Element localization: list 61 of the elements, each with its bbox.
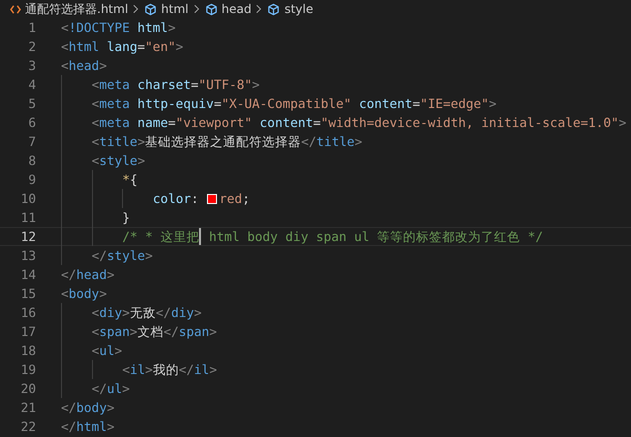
code-line: <!DOCTYPE html>: [61, 19, 176, 36]
code-line: }: [122, 209, 130, 226]
code-line: </style>: [92, 247, 153, 264]
line-number: 21: [20, 400, 36, 415]
line-number: 6: [27, 115, 36, 130]
breadcrumb-item[interactable]: html: [144, 2, 188, 16]
breadcrumb-label: style: [284, 2, 314, 16]
line-number: 10: [20, 191, 36, 206]
color-swatch-icon[interactable]: [207, 194, 218, 204]
breadcrumb-item[interactable]: style: [267, 2, 314, 16]
line-number: 14: [20, 267, 36, 282]
code-line: </ul>: [92, 380, 130, 397]
code-line: <diy>无敌</diy>: [92, 304, 202, 321]
line-number: 22: [20, 419, 36, 434]
cube-icon: [267, 2, 280, 16]
code-line: </head>: [61, 266, 114, 283]
breadcrumb-item[interactable]: head: [204, 2, 252, 16]
code-line: color:: [152, 190, 200, 207]
line-number: 1: [27, 20, 36, 35]
code-line: red;: [219, 190, 250, 207]
code-line: <title>基础选择器之通配符选择器</title>: [92, 133, 362, 150]
line-number: 20: [20, 381, 36, 396]
code-line: <head>: [61, 57, 107, 74]
cube-icon: [204, 2, 218, 16]
code-icon: [10, 4, 21, 14]
line-number: 13: [20, 248, 36, 263]
code-line: <meta name="viewport" content="width=device-width, initial-scale=1.0">: [92, 114, 626, 131]
line-number: 15: [20, 286, 36, 301]
code-line: <span>文档</span>: [92, 323, 217, 340]
code-line: /* * 这里把: [122, 228, 200, 245]
line-number: 12: [20, 229, 36, 244]
line-number: 7: [27, 134, 36, 149]
code-line: <body>: [61, 285, 107, 302]
line-number: 16: [20, 305, 36, 320]
text-cursor: [199, 228, 202, 245]
line-number: 5: [27, 96, 36, 111]
chevron-icon: [194, 4, 200, 14]
line-number: 17: [20, 324, 36, 339]
code-line: <meta charset="UTF-8">: [92, 76, 260, 93]
chevron-icon: [256, 4, 262, 14]
chevron-icon: [133, 4, 140, 14]
breadcrumb-label: head: [222, 2, 252, 16]
line-number: 3: [27, 58, 36, 73]
line-number: 4: [27, 77, 36, 92]
line-number: 9: [27, 172, 36, 187]
line-number: 8: [27, 153, 36, 168]
code-line: </html>: [61, 418, 114, 435]
code-line: html body diy span ul 等等的标签都改为了红色 */: [208, 228, 543, 245]
cube-icon: [144, 2, 158, 16]
breadcrumb-label: html: [161, 2, 188, 16]
code-line: *{: [122, 171, 138, 188]
code-line: <meta http-equiv="X-UA-Compatible" content="IE=edge">: [92, 95, 496, 112]
line-number: 2: [27, 39, 36, 54]
code-line: <il>我的</il>: [122, 361, 217, 378]
code-line: <ul>: [92, 342, 122, 359]
code-line: <style>: [92, 152, 146, 169]
code-line: <html lang="en">: [61, 38, 184, 55]
line-number: 18: [20, 343, 36, 358]
line-number: 19: [20, 362, 36, 377]
line-number: 11: [20, 210, 36, 225]
code-line: </body>: [61, 399, 114, 416]
